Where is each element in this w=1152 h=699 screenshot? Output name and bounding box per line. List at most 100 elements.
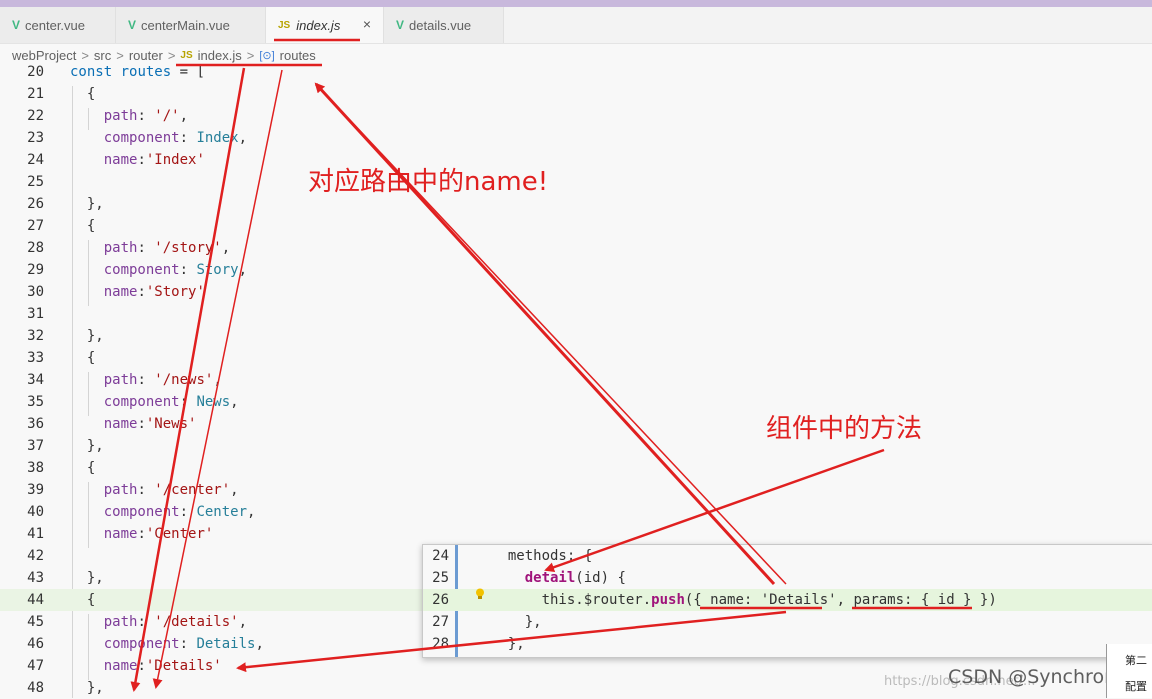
lightbulb-icon[interactable] [475,588,485,600]
code-text: name:'Index' [103,152,205,168]
code-line[interactable]: 30 name:'Story' [0,281,1152,303]
line-number: 40 [27,504,44,520]
code-line[interactable]: 20 const routes = [ [0,61,1152,83]
code-line[interactable]: 36 name:'News' [0,413,1152,435]
vue-icon: V [128,18,137,32]
tab-centermain-vue[interactable]: V centerMain.vue [116,7,266,43]
line-number: 42 [27,548,44,564]
close-icon[interactable]: × [363,16,371,32]
code-text: name:'Details' [103,658,222,674]
line-number: 37 [27,438,44,454]
code-text: this.$router.push({ name: 'Details', par… [541,592,997,608]
tab-label: details.vue [409,17,472,33]
code-line[interactable]: 37 }, [0,435,1152,457]
code-line[interactable]: 31 [0,303,1152,325]
line-number: 28 [27,240,44,256]
code-text: path: '/details', [103,614,248,630]
line-number: 29 [27,262,44,278]
line-number: 41 [27,526,44,542]
code-text: { [70,460,96,476]
code-line[interactable]: 27 { [0,215,1152,237]
code-line[interactable]: 28 path: '/story', [0,237,1152,259]
tab-label: centerMain.vue [141,17,230,33]
code-text: name:'News' [103,416,197,432]
side-panel-text: 第二 [1125,655,1147,667]
code-line[interactable]: 25 [0,171,1152,193]
code-text: path: '/story', [103,240,231,256]
code-text: }, [70,438,104,454]
line-number: 47 [27,658,44,674]
tab-label: index.js [296,17,341,33]
code-line[interactable]: 23 component: Index, [0,127,1152,149]
peek-definition-popup[interactable]: 24 methods: {25 detail(id) {26 this.$rou… [422,544,1152,658]
tab-label: center.vue [25,17,86,33]
code-text: }, [70,328,104,344]
line-number: 38 [27,460,44,476]
line-number: 28 [432,636,449,652]
code-text: component: Story, [103,262,248,278]
line-number: 46 [27,636,44,652]
code-line[interactable]: 26 }, [0,193,1152,215]
code-text: { [70,86,96,102]
code-line[interactable]: 33 { [0,347,1152,369]
code-text: component: Details, [103,636,264,652]
code-text: path: '/center', [103,482,239,498]
code-text: { [70,592,96,608]
code-line[interactable]: 21 { [0,83,1152,105]
line-number: 27 [27,218,44,234]
code-text: path: '/', [103,108,189,124]
code-text: { [70,218,96,234]
code-line[interactable]: 38 { [0,457,1152,479]
code-line[interactable]: 32 }, [0,325,1152,347]
code-text: }, [491,636,525,652]
line-number: 35 [27,394,44,410]
code-text: }, [70,570,104,586]
code-line[interactable]: 29 component: Story, [0,259,1152,281]
js-icon: JS [278,19,291,31]
line-number: 45 [27,614,44,630]
line-number: 20 [27,64,44,80]
symbol-icon: [⊙] [259,49,275,62]
code-line[interactable]: 39 path: '/center', [0,479,1152,501]
code-text: path: '/news', [103,372,222,388]
tab-index-js[interactable]: JS index.js × [266,7,384,43]
line-number: 32 [27,328,44,344]
popup-code-line[interactable]: 25 detail(id) { [423,567,1152,589]
line-number: 34 [27,372,44,388]
popup-code-line[interactable]: 24 methods: { [423,545,1152,567]
code-text: methods: { [507,548,593,564]
line-number: 25 [27,174,44,190]
code-text: component: Center, [103,504,256,520]
code-line[interactable]: 34 path: '/news', [0,369,1152,391]
popup-code-line[interactable]: 28 }, [423,633,1152,655]
line-number: 24 [432,548,449,564]
popup-code-line[interactable]: 26 this.$router.push({ name: 'Details', … [423,589,1152,611]
line-number: 24 [27,152,44,168]
popup-code-line[interactable]: 27 }, [423,611,1152,633]
code-line[interactable]: 41 name:'Center' [0,523,1152,545]
line-number: 33 [27,350,44,366]
tab-details-vue[interactable]: V details.vue [384,7,504,43]
code-line[interactable]: 35 component: News, [0,391,1152,413]
annotation-component-method: 组件中的方法 [766,414,923,444]
line-number: 25 [432,570,449,586]
code-text: }, [491,614,542,630]
vue-icon: V [396,18,405,32]
code-text: component: News, [103,394,239,410]
tab-center-vue[interactable]: V center.vue [0,7,116,43]
line-number: 27 [432,614,449,630]
code-text: name:'Center' [103,526,214,542]
line-number: 43 [27,570,44,586]
code-line[interactable]: 22 path: '/', [0,105,1152,127]
line-number: 30 [27,284,44,300]
code-line[interactable]: 40 component: Center, [0,501,1152,523]
line-number: 22 [27,108,44,124]
code-line[interactable]: 24 name:'Index' [0,149,1152,171]
js-icon: JS [180,49,193,61]
line-number: 26 [27,196,44,212]
line-number: 23 [27,130,44,146]
side-panel-fragment: 第二 配置 [1106,644,1152,698]
window-top-strip [0,0,1152,7]
line-number: 31 [27,306,44,322]
side-panel-text: 配置 [1125,681,1147,693]
